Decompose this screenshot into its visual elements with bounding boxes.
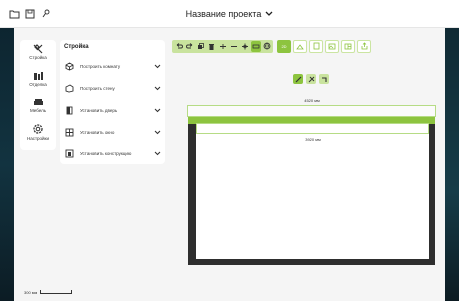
globe-icon[interactable] [262, 41, 272, 52]
copy-icon[interactable] [196, 41, 206, 52]
menu-item-construction[interactable]: Стройка [20, 44, 56, 69]
crosshair-icon[interactable] [240, 41, 250, 52]
scale-label: 300 мм [24, 289, 38, 295]
image-icon[interactable] [325, 39, 339, 53]
gear-icon [33, 124, 43, 134]
view-2d-label: 2D [281, 43, 287, 49]
menu-item-label: Стройка [29, 55, 47, 60]
chevron-down-icon[interactable] [153, 86, 161, 91]
row-label: Установить дверь [80, 107, 118, 113]
install-window-row[interactable]: Установить окно [64, 123, 161, 141]
chevron-down-icon[interactable] [153, 151, 161, 156]
menu-item-label: Настройки [26, 136, 50, 141]
clipboard-icon[interactable] [309, 39, 323, 53]
split-wall-icon[interactable] [306, 74, 316, 84]
menu-item-label: Мебель [29, 108, 47, 113]
top-bar: Название проекта [0, 0, 459, 28]
view-3d-icon[interactable] [293, 39, 307, 53]
install-construction-row[interactable]: Установить конструкцию [64, 144, 161, 162]
chevron-down-icon[interactable] [153, 64, 161, 69]
scale-ruler [40, 290, 73, 294]
menu-item-settings[interactable]: Настройки [20, 123, 56, 148]
door-icon [64, 105, 75, 116]
redo-icon[interactable] [185, 41, 195, 52]
panel-title: Стройка [64, 44, 89, 50]
edit-tools-group [172, 39, 273, 53]
paint-roller-icon [33, 72, 43, 80]
cube-icon [64, 61, 75, 72]
export-icon[interactable] [357, 39, 371, 53]
hammer-icon [33, 44, 43, 54]
menu-item-furniture[interactable]: Мебель [20, 97, 56, 122]
move-horizontal-icon[interactable] [218, 41, 228, 52]
wall-selection-outer [187, 105, 436, 117]
chevron-down-icon [265, 9, 273, 19]
project-title-dropdown[interactable]: Название проекта [0, 0, 459, 28]
view-tools-group: 2D [277, 39, 373, 53]
chevron-down-icon[interactable] [153, 108, 161, 113]
top-dimension-label: 4520 мм [304, 98, 320, 103]
measure-icon[interactable] [250, 40, 261, 52]
corner-icon[interactable] [319, 74, 329, 84]
construction-icon [64, 148, 75, 159]
construction-panel: Стройка Построить комнату Построить стен… [60, 40, 165, 164]
menu-item-label: Отделка [29, 82, 47, 87]
wall-icon [64, 83, 75, 94]
wall-selection-inner [196, 123, 429, 134]
window-icon [64, 127, 75, 138]
row-label: Установить окно [80, 129, 115, 135]
delete-icon[interactable] [207, 41, 217, 52]
install-door-row[interactable]: Установить дверь [64, 101, 161, 119]
menu-item-finishing[interactable]: Отделка [20, 71, 56, 96]
edit-wall-icon[interactable] [293, 74, 303, 84]
row-label: Построить стену [80, 85, 115, 91]
inner-dimension-label: 3920 мм [305, 137, 321, 142]
build-room-row[interactable]: Построить комнату [64, 57, 161, 75]
drawing-toolbar: 2D [172, 38, 394, 54]
minus-icon[interactable] [229, 41, 239, 52]
scale-bar: 300 мм [24, 288, 84, 296]
view-2d-button[interactable]: 2D [277, 39, 291, 53]
undo-icon[interactable] [174, 41, 184, 52]
project-title: Название проекта [185, 9, 262, 19]
row-label: Построить комнату [80, 63, 121, 69]
left-menu: Стройка Отделка Мебель Настройки [20, 40, 56, 150]
layout-icon[interactable] [341, 39, 355, 53]
room-floor[interactable] [196, 124, 429, 259]
build-wall-row[interactable]: Построить стену [64, 79, 161, 97]
row-label: Установить конструкцию [80, 150, 132, 156]
sofa-icon [33, 99, 43, 105]
chevron-down-icon[interactable] [153, 130, 161, 135]
